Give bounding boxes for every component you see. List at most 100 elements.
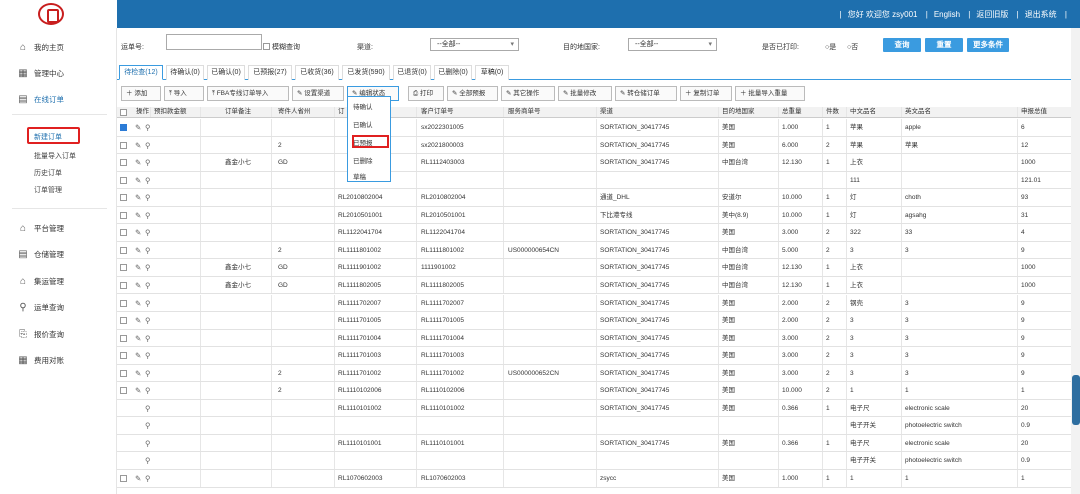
row-checkbox[interactable] <box>120 176 127 184</box>
row-checkbox[interactable] <box>120 317 127 325</box>
batch-import-weight-button[interactable]: ＋ 批量导入重量 <box>735 86 805 101</box>
subitem-history-orders[interactable]: 历史订单 <box>34 168 62 178</box>
header-pieces[interactable]: 件数 <box>823 107 847 117</box>
table-row[interactable]: ✎ ⚲ RL1111702007 RL1111702007 SORTATION_3041… <box>117 294 1072 312</box>
search-icon[interactable]: ⚲ <box>145 295 151 312</box>
header-provider-no[interactable]: 服务商单号 <box>505 107 597 117</box>
sidebar-item-warehouse[interactable]: ▤ 仓储管理 <box>18 249 64 260</box>
search-icon[interactable]: ⚲ <box>145 207 151 224</box>
batch-edit-button[interactable]: ✎ 批量修改 <box>558 86 612 101</box>
tab-returned[interactable]: 已退货(0) <box>393 65 431 80</box>
table-row[interactable]: ✎⚲ sx2022301005 SORTATION_30417745美国1.0001… <box>117 119 1072 137</box>
table-row[interactable]: ✎ ⚲ 鑫金小七 GD RL1111802005 RL1111802005 SORTATIO… <box>117 276 1072 295</box>
edit-icon[interactable]: ✎ <box>135 242 141 259</box>
search-icon[interactable]: ⚲ <box>145 137 151 154</box>
search-icon[interactable]: ⚲ <box>145 382 151 399</box>
search-icon[interactable]: ⚲ <box>145 224 151 241</box>
fba-import-button[interactable]: ⤒ FBA专线订单导入 <box>207 86 289 101</box>
channel-select[interactable]: --全部-- <box>430 38 519 51</box>
scroll-thumb[interactable] <box>1072 375 1080 425</box>
row-checkbox[interactable] <box>120 334 127 342</box>
search-icon[interactable]: ⚲ <box>145 119 151 136</box>
edit-icon[interactable]: ✎ <box>135 382 141 399</box>
sidebar-item-price-query[interactable]: ⎘ 报价查询 <box>18 329 64 340</box>
table-row[interactable]: ✎ ⚲ 111 121.01 <box>117 171 1072 190</box>
tab-forecast[interactable]: 已预报(27) <box>248 65 292 80</box>
search-icon[interactable]: ⚲ <box>145 452 151 469</box>
edit-icon[interactable]: ✎ <box>135 189 141 206</box>
to-warehouse-order-button[interactable]: ✎ 转仓储订单 <box>615 86 677 101</box>
edit-icon[interactable]: ✎ <box>135 207 141 224</box>
sidebar-item-management[interactable]: ▦ 管理中心 <box>18 68 64 79</box>
edit-icon[interactable]: ✎ <box>135 137 141 154</box>
search-icon[interactable]: ⚲ <box>145 400 151 417</box>
row-checkbox[interactable] <box>120 369 127 377</box>
forecast-all-button[interactable]: ✎ 全部预报 <box>447 86 498 101</box>
edit-icon[interactable]: ✎ <box>135 312 141 329</box>
table-row[interactable]: ⚲ 电子开关 photoelectric switch 0.9 <box>117 452 1072 470</box>
row-checkbox[interactable] <box>120 387 127 395</box>
header-cn-name[interactable]: 中文品名 <box>847 107 902 117</box>
table-row[interactable]: ✎ ⚲ 2 RL1110102006 RL1110102006 SORTATION_304… <box>117 382 1072 400</box>
status-option-pending-confirm[interactable]: 待确认 <box>353 101 373 111</box>
row-checkbox[interactable] <box>120 264 127 272</box>
edit-icon[interactable]: ✎ <box>135 365 141 382</box>
status-option-confirmed[interactable]: 已确认 <box>353 119 373 129</box>
search-icon[interactable]: ⚲ <box>145 470 151 487</box>
table-row[interactable]: ⚲ RL1110101001 RL1110101001 SORTATION_30417… <box>117 434 1072 453</box>
sidebar-item-platform[interactable]: ⌂ 平台管理 <box>18 223 64 234</box>
row-checkbox[interactable] <box>120 281 127 289</box>
edit-icon[interactable]: ✎ <box>135 224 141 241</box>
tab-pending-check[interactable]: 待检查(12) <box>119 65 163 80</box>
edit-icon[interactable]: ✎ <box>135 172 141 189</box>
import-button[interactable]: ⤒ 导入 <box>164 86 204 101</box>
tab-received[interactable]: 已收货(36) <box>295 65 339 80</box>
sidebar-item-consolidation[interactable]: ⌂ 集运管理 <box>18 276 64 287</box>
row-checkbox[interactable] <box>120 159 127 167</box>
printed-no-radio[interactable]: ○否 <box>847 42 858 52</box>
header-channel[interactable]: 渠道 <box>597 107 719 117</box>
header-remark[interactable]: 订单备注 <box>222 107 272 117</box>
tab-draft[interactable]: 草稿(0) <box>475 65 509 80</box>
table-row[interactable]: ✎ ⚲ RL2010802004 RL2010802004 通道_DHL 安道尔 10.00… <box>117 189 1072 207</box>
set-channel-button[interactable]: ✎ 设置渠道 <box>292 86 344 101</box>
logout-link[interactable]: 退出系统 <box>1025 10 1057 19</box>
tab-pending-confirm[interactable]: 待确认(0) <box>166 65 204 80</box>
table-row[interactable]: ✎ ⚲ RL1111701004 RL1111701004 SORTATION_3041… <box>117 329 1072 348</box>
order-no-input[interactable] <box>166 34 262 50</box>
add-button[interactable]: ＋ 添加 <box>121 86 161 101</box>
tab-shipped[interactable]: 已发货(590) <box>342 65 390 80</box>
tab-confirmed[interactable]: 已确认(0) <box>207 65 245 80</box>
table-row[interactable]: ✎ ⚲ 鑫金小七 GD RL1112403003 SORTATION_30417745 中国… <box>117 154 1072 172</box>
query-button[interactable]: 查询 <box>883 38 921 52</box>
edit-icon[interactable]: ✎ <box>135 154 141 171</box>
more-conditions-button[interactable]: 更多条件 <box>967 38 1009 52</box>
search-icon[interactable]: ⚲ <box>145 172 151 189</box>
search-icon[interactable]: ⚲ <box>145 435 151 452</box>
table-row[interactable]: ✎ ⚲ RL1111701003 RL1111701003 SORTATION_3041… <box>117 347 1072 365</box>
search-icon[interactable]: ⚲ <box>145 189 151 206</box>
edit-icon[interactable]: ✎ <box>135 259 141 276</box>
search-icon[interactable]: ⚲ <box>145 242 151 259</box>
dest-select[interactable]: --全部-- <box>628 38 717 51</box>
table-row[interactable]: ✎ ⚲ RL1122041704 RL1122041704 SORTATION_3041… <box>117 224 1072 242</box>
table-row[interactable]: ✎ ⚲ 鑫金小七 GD RL1111901002 1111901002 SORTATION_… <box>117 259 1072 277</box>
reset-button[interactable]: 重置 <box>925 38 963 52</box>
search-icon[interactable]: ⚲ <box>145 347 151 364</box>
status-option-deleted[interactable]: 已删除 <box>353 155 373 165</box>
edit-icon[interactable]: ✎ <box>135 330 141 347</box>
other-ops-button[interactable]: ✎ 其它操作 <box>501 86 555 101</box>
row-checkbox[interactable] <box>120 352 127 360</box>
header-op[interactable]: 操作 <box>133 107 151 117</box>
row-checkbox[interactable] <box>120 211 127 219</box>
table-row[interactable]: ✎ ⚲ RL1070602003 RL1070602003 zsycc 美国 1.000 1 1… <box>117 470 1072 488</box>
row-checkbox[interactable] <box>120 246 127 254</box>
header-weight[interactable]: 总重量 <box>779 107 823 117</box>
row-checkbox[interactable] <box>120 119 127 131</box>
company-logo[interactable] <box>38 3 64 25</box>
header-declared[interactable]: 申报总值 <box>1018 107 1072 117</box>
select-all-checkbox[interactable] <box>120 109 127 116</box>
subitem-batch-import[interactable]: 批量导入订单 <box>34 151 76 161</box>
header-prepaid[interactable]: 预扣款金额 <box>151 107 201 117</box>
row-checkbox[interactable] <box>120 141 127 149</box>
